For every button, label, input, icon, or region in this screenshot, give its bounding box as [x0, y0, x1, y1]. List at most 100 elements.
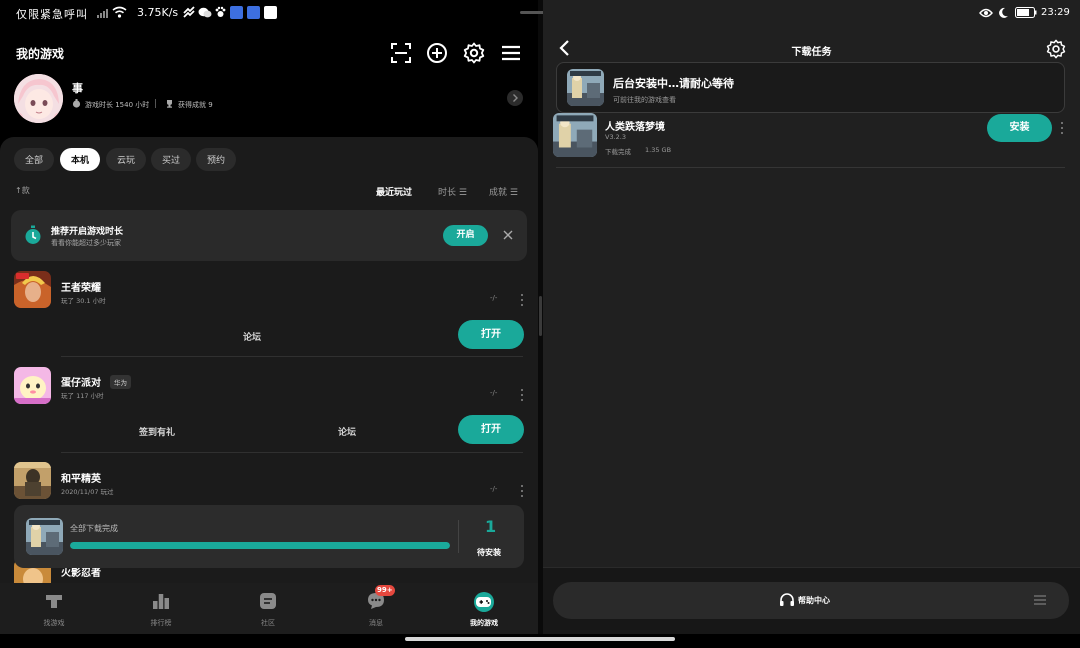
eggy-party-icon [14, 367, 51, 404]
background-install-title: 后台安装中…请耐心等待 [613, 77, 734, 90]
help-footer: 帮助中心 [543, 567, 1080, 634]
avatar[interactable] [14, 74, 63, 123]
nav-ranking[interactable]: 排行榜 [111, 583, 211, 634]
achievement-stat: 获得成就 9 [178, 101, 213, 109]
open-game-button[interactable]: 打开 [458, 320, 524, 349]
game-name: 王者荣耀 [61, 283, 101, 294]
status-bar-right: 23:29 [543, 0, 1080, 28]
stat-divider [155, 99, 156, 108]
game-stat: -/- [490, 294, 498, 302]
row-divider [556, 167, 1065, 168]
more-options-icon[interactable] [520, 485, 524, 497]
card-divider [458, 520, 459, 553]
peacekeeper-elite-icon [14, 462, 51, 499]
carrier-text: 仅限紧急呼叫 [16, 8, 88, 21]
nav-label: 社区 [261, 619, 275, 627]
forum-link[interactable]: 论坛 [243, 330, 261, 343]
play-time-stat: 游戏时长 1540 小时 [85, 101, 150, 109]
wifi-icon [112, 6, 127, 18]
forum-link[interactable]: 论坛 [338, 425, 356, 438]
nav-find-games[interactable]: 找游戏 [4, 583, 104, 634]
bottom-navigation: 找游戏 排行榜 社区 消息 99+ 我的游戏 [0, 583, 538, 634]
add-icon[interactable] [426, 42, 448, 64]
filter-tab-cloud[interactable]: 云玩 [106, 148, 146, 171]
game-stat: -/- [490, 485, 498, 493]
my-games-pane: 仅限紧急呼叫 3.75K/s 我的游戏 事 游戏时长 1540 小时 获得成就 … [0, 0, 538, 634]
more-options-icon[interactable] [520, 294, 524, 306]
sort-duration[interactable]: 时长 ☰ [438, 185, 467, 198]
menu-icon[interactable] [1033, 594, 1047, 606]
download-summary-card[interactable]: 全部下载完成 1 待安装 [14, 505, 524, 568]
honor-of-kings-icon [14, 271, 51, 308]
filter-tab-local[interactable]: 本机 [60, 148, 100, 171]
row-divider [61, 356, 523, 357]
background-install-notice[interactable]: 后台安装中…请耐心等待 可前往我的游戏查看 [556, 62, 1065, 113]
install-button[interactable]: 安装 [987, 114, 1052, 142]
download-status-label: 全部下载完成 [70, 524, 118, 533]
task-size: 1.35 GB [645, 146, 672, 154]
task-version: V3.2.3 [605, 133, 626, 141]
profile-arrow-button[interactable] [507, 90, 523, 106]
trophy-icon [167, 100, 172, 108]
wechat-icon [198, 7, 212, 18]
signal-icon [97, 9, 108, 18]
home-indicator[interactable] [405, 637, 675, 641]
task-game-name: 人类跌落梦境 [605, 122, 665, 133]
plus-box-icon [264, 6, 277, 19]
settings-gear-icon[interactable] [1046, 39, 1066, 59]
checkin-gift-link[interactable]: 签到有礼 [139, 425, 175, 438]
game-playtime: 玩了 117 小时 [61, 392, 104, 400]
more-options-icon[interactable] [520, 389, 524, 401]
mail-icon [230, 6, 243, 19]
enable-playtime-button[interactable]: 开启 [443, 225, 488, 246]
playtime-tip-card: 推荐开启游戏时长 看看你能超过多少玩家 开启 [11, 210, 527, 261]
human-fall-flat-icon [567, 69, 604, 106]
controller-t-icon [46, 595, 62, 608]
more-options-icon[interactable] [1060, 122, 1064, 134]
scan-icon[interactable] [390, 42, 412, 64]
platform-tag: 华为 [110, 375, 131, 389]
human-fall-flat-icon [26, 518, 63, 555]
eye-icon [979, 8, 993, 18]
status-bar-left: 仅限紧急呼叫 3.75K/s [0, 0, 538, 28]
pending-install-count: 1 [485, 517, 497, 536]
game-icon-peacekeeper-elite[interactable] [14, 462, 51, 499]
game-list-panel: 全部 本机 云玩 买过 预约 ↑款 最近玩过 时长 ☰ 成就 ☰ 推荐开启游戏时… [0, 137, 538, 583]
split-resize-handle[interactable] [539, 296, 542, 336]
menu-icon[interactable] [500, 42, 522, 64]
stopwatch-icon [25, 225, 41, 244]
tip-title: 推荐开启游戏时长 [51, 227, 124, 237]
clock: 23:29 [1041, 7, 1070, 18]
nav-label: 排行榜 [150, 619, 172, 627]
help-center-button[interactable]: 帮助中心 [553, 582, 1069, 619]
game-icon-eggy-party[interactable] [14, 367, 51, 404]
close-icon[interactable] [501, 228, 515, 242]
download-tasks-pane: 23:29 下载任务 后台安装中…请耐心等待 可前往我的游戏查看 人类跌落梦境 … [543, 0, 1080, 634]
game-last-played: 2020/11/07 玩过 [61, 488, 114, 496]
nav-my-games[interactable]: 我的游戏 [434, 583, 534, 634]
game-icon-honor-of-kings[interactable] [14, 271, 51, 308]
filter-tab-bought[interactable]: 买过 [151, 148, 191, 171]
game-playtime: 玩了 30.1 小时 [61, 297, 106, 305]
filter-tab-reserved[interactable]: 预约 [196, 148, 236, 171]
nav-label: 消息 [369, 619, 383, 627]
community-icon [260, 593, 276, 609]
human-fall-flat-thumb [26, 518, 63, 555]
nav-community[interactable]: 社区 [218, 583, 318, 634]
settings-gear-icon[interactable] [463, 42, 485, 64]
human-fall-flat-icon [553, 113, 597, 157]
moon-icon [999, 7, 1008, 18]
my-games-icon [474, 592, 494, 612]
sort-recent[interactable]: 最近玩过 [376, 185, 412, 198]
open-game-button[interactable]: 打开 [458, 415, 524, 444]
username: 事 [72, 82, 83, 95]
nav-label: 找游戏 [43, 619, 65, 627]
task-game-icon[interactable] [553, 113, 597, 157]
filter-tab-all[interactable]: 全部 [14, 148, 54, 171]
sort-achievement[interactable]: 成就 ☰ [489, 185, 518, 198]
game-name: 和平精英 [61, 474, 101, 485]
avatar-illustration-icon [14, 74, 63, 123]
ranking-icon [153, 594, 169, 609]
network-speed: 3.75K/s [137, 6, 179, 19]
nav-label: 我的游戏 [470, 619, 498, 627]
